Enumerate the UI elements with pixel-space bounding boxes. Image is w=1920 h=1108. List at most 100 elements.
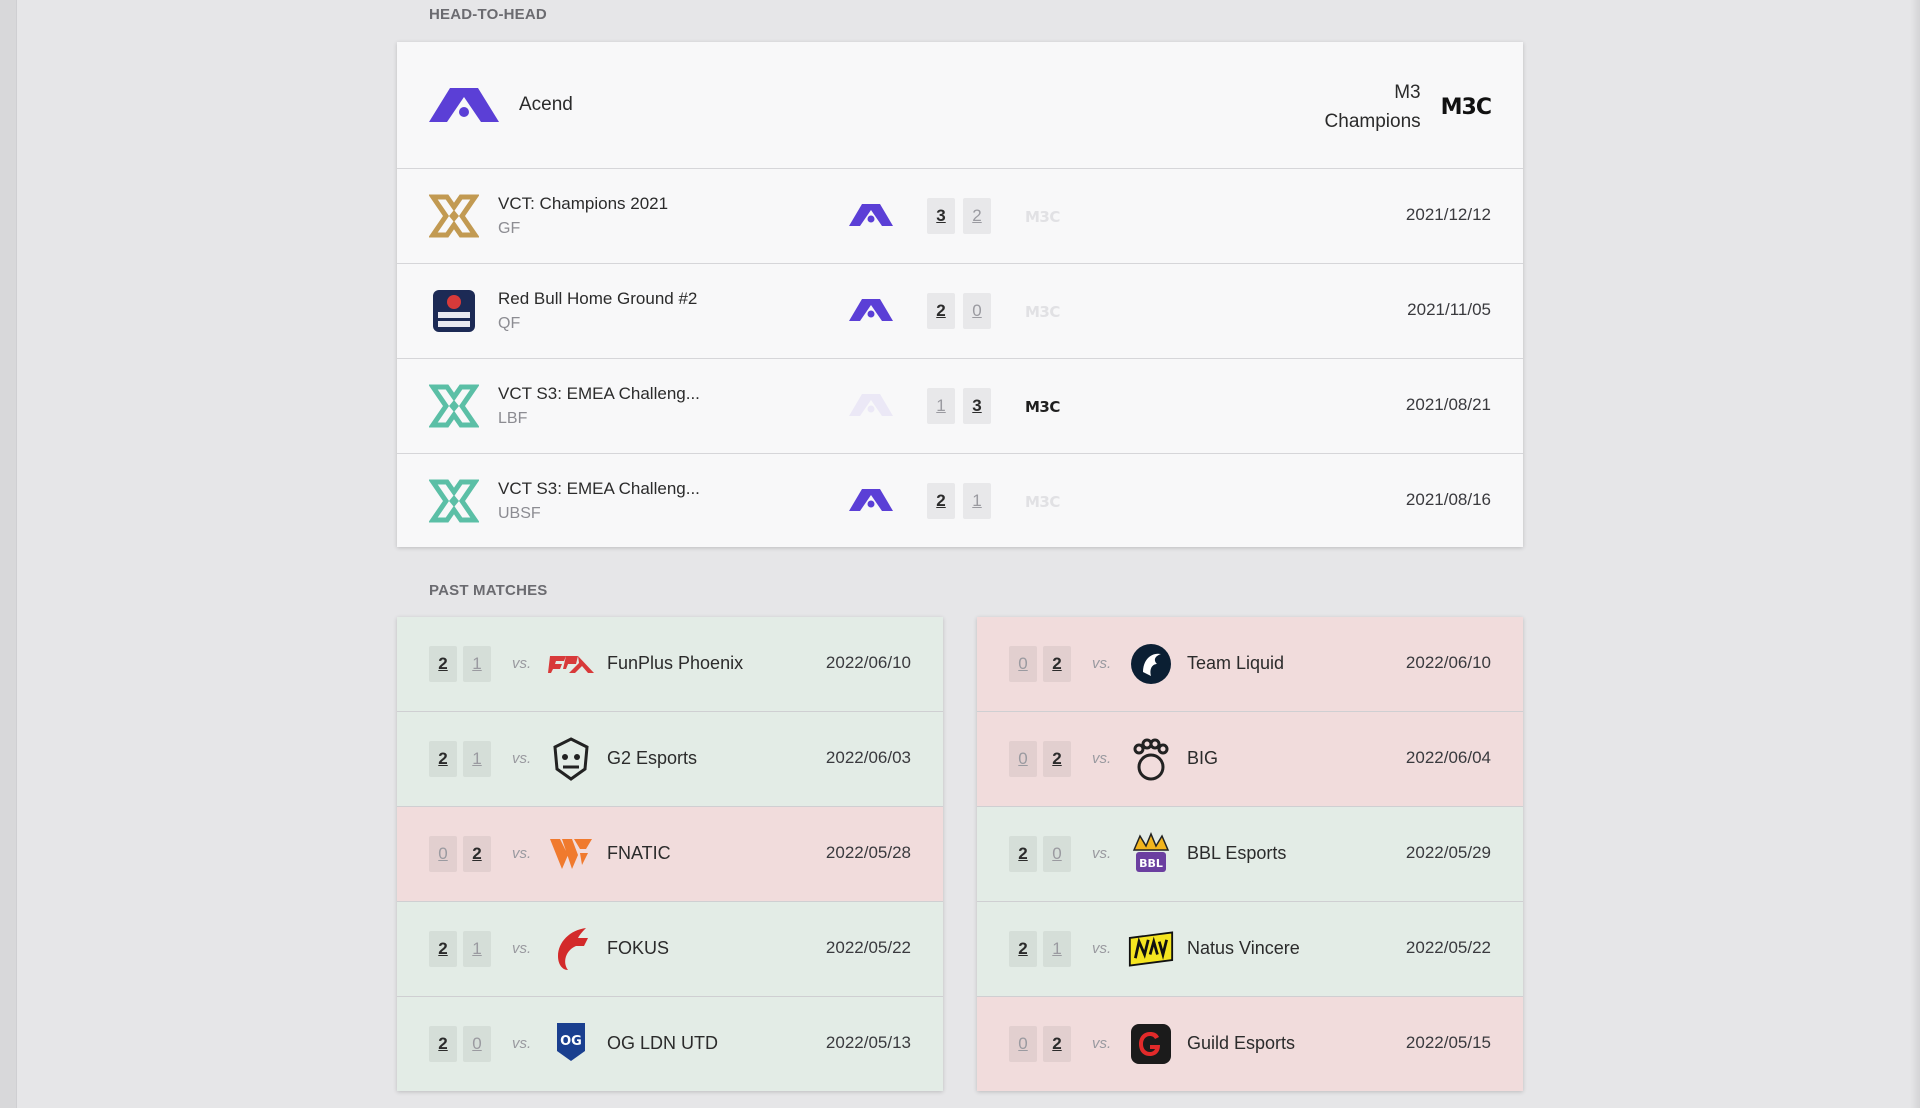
match-date: 2021/11/05 bbox=[1407, 300, 1491, 319]
score-opponent: 2 bbox=[1043, 646, 1071, 682]
score-team-a: 2 bbox=[927, 293, 955, 329]
score-team-a: 2 bbox=[1009, 836, 1037, 872]
vct-challengers-icon bbox=[428, 381, 480, 431]
past-match-row[interactable]: 0 2 vs. Guild Esports 2022/05/15 bbox=[977, 997, 1523, 1091]
score-team-a: 2 bbox=[429, 741, 457, 777]
acend-logo-icon bbox=[849, 394, 893, 421]
fpx-logo-icon bbox=[548, 641, 594, 687]
past-matches-left-column: 2 1 vs. FunPlus Phoenix 2022/06/10 2 1 v… bbox=[397, 617, 943, 1091]
past-match-row[interactable]: 2 1 vs. FOKUS 2022/05/22 bbox=[397, 902, 943, 997]
team-liquid-logo-icon bbox=[1128, 641, 1174, 687]
g2-logo-icon bbox=[548, 736, 594, 782]
score-team-b: 3 bbox=[963, 388, 991, 424]
score-team-b: 2 bbox=[963, 198, 991, 234]
past-match-row[interactable]: 2 1 vs. FunPlus Phoenix 2022/06/10 bbox=[397, 617, 943, 712]
match-date: 2022/06/03 bbox=[825, 748, 911, 767]
vs-label: vs. bbox=[1092, 1035, 1112, 1052]
bbl-logo-icon: BBL bbox=[1128, 831, 1174, 877]
vct-champions-icon bbox=[428, 191, 480, 241]
score-team-a: 0 bbox=[429, 836, 457, 872]
team-b-name: M3 Champions bbox=[1324, 82, 1421, 132]
event-stage: QF bbox=[498, 315, 521, 332]
red-bull-home-ground-icon bbox=[429, 286, 479, 336]
match-date: 2022/05/13 bbox=[825, 1033, 911, 1052]
match-date: 2022/05/15 bbox=[1405, 1033, 1491, 1052]
vs-label: vs. bbox=[1092, 940, 1112, 957]
opponent-name[interactable]: FOKUS bbox=[607, 938, 669, 959]
opponent-name[interactable]: BBL Esports bbox=[1187, 843, 1286, 864]
opponent-name[interactable]: FunPlus Phoenix bbox=[607, 653, 743, 674]
past-matches-right-column: 0 2 vs. Team Liquid 2022/06/10 0 2 vs. B… bbox=[977, 617, 1523, 1091]
match-date: 2022/06/10 bbox=[1405, 653, 1491, 672]
past-match-row[interactable]: 2 1 vs. Natus Vincere 2022/05/22 bbox=[977, 902, 1523, 997]
opponent-name[interactable]: BIG bbox=[1187, 748, 1218, 769]
h2h-match-row[interactable]: VCT: Champions 2021 GF 3 2 M3C 2021/12/1… bbox=[397, 169, 1523, 264]
match-date: 2021/12/12 bbox=[1405, 205, 1491, 224]
guild-logo-icon bbox=[1128, 1021, 1174, 1067]
score-opponent: 1 bbox=[463, 646, 491, 682]
vs-label: vs. bbox=[512, 750, 532, 767]
h2h-match-row[interactable]: VCT S3: EMEA Challeng... LBF 1 3 M3C 202… bbox=[397, 359, 1523, 454]
fnatic-logo-icon bbox=[548, 831, 594, 877]
score-opponent: 2 bbox=[463, 836, 491, 872]
match-date: 2022/05/29 bbox=[1405, 843, 1491, 862]
head-to-head-header: Acend M3 Champions M3C bbox=[397, 42, 1523, 169]
navi-logo-icon bbox=[1128, 926, 1174, 972]
m3c-logo-icon: M3C bbox=[1025, 303, 1060, 321]
vs-label: vs. bbox=[1092, 750, 1112, 767]
score-opponent: 1 bbox=[463, 741, 491, 777]
opponent-name[interactable]: Natus Vincere bbox=[1187, 938, 1300, 959]
event-name: VCT S3: EMEA Challeng... bbox=[498, 479, 700, 498]
match-date: 2022/05/28 bbox=[825, 843, 911, 862]
team-b[interactable]: M3 Champions M3C bbox=[1311, 78, 1492, 136]
opponent-name[interactable]: Team Liquid bbox=[1187, 653, 1284, 674]
team-a[interactable]: Acend bbox=[429, 88, 573, 122]
event-name: VCT S3: EMEA Challeng... bbox=[498, 384, 700, 403]
past-match-row[interactable]: 0 2 vs. FNATIC 2022/05/28 bbox=[397, 807, 943, 902]
past-match-row[interactable]: 2 0 vs. OG OG LDN UTD 2022/05/13 bbox=[397, 997, 943, 1091]
h2h-match-row[interactable]: Red Bull Home Ground #2 QF 2 0 M3C 2021/… bbox=[397, 264, 1523, 359]
match-date: 2021/08/16 bbox=[1405, 490, 1491, 509]
score-team-b: 0 bbox=[963, 293, 991, 329]
m3c-logo-icon: M3C bbox=[1440, 94, 1492, 120]
event-name: VCT: Champions 2021 bbox=[498, 194, 669, 213]
past-match-row[interactable]: 2 0 vs. BBL BBL Esports 2022/05/29 bbox=[977, 807, 1523, 902]
opponent-name[interactable]: Guild Esports bbox=[1187, 1033, 1295, 1054]
m3c-logo-icon: M3C bbox=[1025, 208, 1060, 226]
opponent-name[interactable]: OG LDN UTD bbox=[607, 1033, 718, 1054]
h2h-match-row[interactable]: VCT S3: EMEA Challeng... UBSF 2 1 M3C 20… bbox=[397, 454, 1523, 548]
match-date: 2022/06/04 bbox=[1405, 748, 1491, 767]
m3c-logo-icon: M3C bbox=[1025, 398, 1060, 416]
acend-logo-icon bbox=[849, 299, 893, 326]
score-team-a: 2 bbox=[927, 483, 955, 519]
match-date: 2022/05/22 bbox=[1405, 938, 1491, 957]
vs-label: vs. bbox=[512, 940, 532, 957]
score-team-a: 2 bbox=[1009, 931, 1037, 967]
opponent-name[interactable]: FNATIC bbox=[607, 843, 671, 864]
score-team-a: 1 bbox=[927, 388, 955, 424]
event-stage: UBSF bbox=[498, 505, 541, 522]
svg-text:BBL: BBL bbox=[1139, 857, 1163, 870]
vs-label: vs. bbox=[512, 655, 532, 672]
page-edge bbox=[1910, 0, 1920, 1108]
og-logo-icon: OG bbox=[548, 1021, 594, 1067]
score-opponent: 2 bbox=[1043, 741, 1071, 777]
acend-logo-icon bbox=[849, 204, 893, 231]
past-match-row[interactable]: 2 1 vs. G2 Esports 2022/06/03 bbox=[397, 712, 943, 807]
vs-label: vs. bbox=[1092, 655, 1112, 672]
m3c-logo-icon: M3C bbox=[1025, 493, 1060, 511]
vs-label: vs. bbox=[512, 845, 532, 862]
acend-logo-icon bbox=[429, 88, 499, 122]
opponent-name[interactable]: G2 Esports bbox=[607, 748, 697, 769]
score-team-a: 2 bbox=[429, 1026, 457, 1062]
svg-text:OG: OG bbox=[560, 1034, 582, 1049]
score-team-a: 3 bbox=[927, 198, 955, 234]
past-match-row[interactable]: 0 2 vs. BIG 2022/06/04 bbox=[977, 712, 1523, 807]
score-opponent: 0 bbox=[463, 1026, 491, 1062]
match-date: 2022/06/10 bbox=[825, 653, 911, 672]
left-scrollbar[interactable] bbox=[0, 0, 17, 1108]
event-stage: LBF bbox=[498, 410, 528, 427]
past-match-row[interactable]: 0 2 vs. Team Liquid 2022/06/10 bbox=[977, 617, 1523, 712]
event-stage: GF bbox=[498, 220, 521, 237]
score-opponent: 0 bbox=[1043, 836, 1071, 872]
